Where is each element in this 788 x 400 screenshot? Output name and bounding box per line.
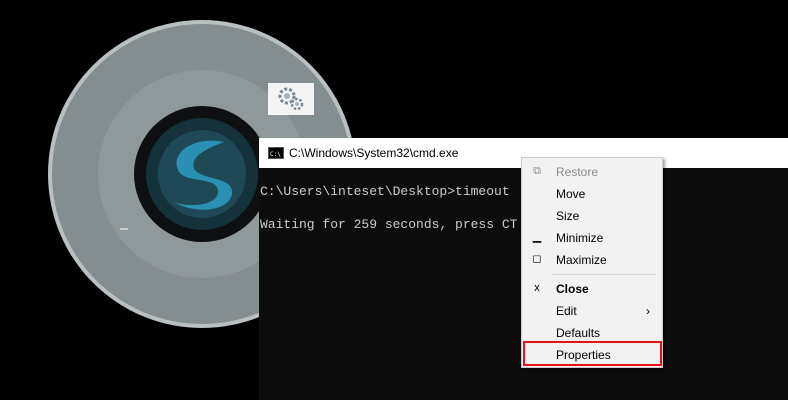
menu-item-label: Restore [556,165,599,179]
console-line: Waiting for 259 seconds, press CT [260,217,518,232]
gears-icon [278,87,304,111]
restore-icon: ⧉ [533,165,541,177]
cmd-icon[interactable]: C:\ [268,147,284,159]
menu-item-label: Size [556,209,580,223]
menu-item-edit[interactable]: Edit › [522,300,662,322]
system-context-menu[interactable]: ⧉ Restore Move Size ▁ Minimize ◻ Maximiz… [521,157,663,368]
menu-item-label: Move [556,187,586,201]
menu-item-label: Defaults [556,326,601,340]
menu-item-move[interactable]: Move [522,183,662,205]
menu-item-restore[interactable]: ⧉ Restore [522,161,662,183]
menu-item-label: Minimize [556,231,604,245]
menu-separator [552,274,656,275]
minimize-icon: ▁ [532,231,542,243]
menu-item-close[interactable]: x Close [522,278,662,300]
close-icon: x [534,282,540,294]
properties-highlight-box [523,341,662,366]
menu-item-label: Edit [556,304,577,318]
gears-tile[interactable] [268,83,314,115]
maximize-icon: ◻ [532,253,542,265]
menu-item-label: Maximize [556,253,607,267]
menu-item-size[interactable]: Size [522,205,662,227]
menu-item-minimize[interactable]: ▁ Minimize [522,227,662,249]
menu-item-label: Close [556,282,589,296]
window-title: C:\Windows\System32\cmd.exe [289,146,459,160]
console-line: C:\Users\inteset\Desktop>timeout [260,184,510,199]
menu-item-maximize[interactable]: ◻ Maximize [522,249,662,271]
chevron-right-icon: › [646,304,650,318]
text-cursor [120,228,128,230]
svg-text:C:\: C:\ [270,151,281,158]
